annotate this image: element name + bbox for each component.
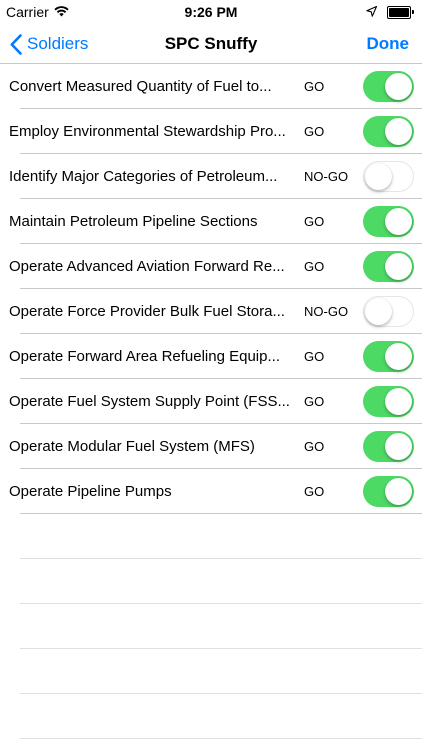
task-label: Maintain Petroleum Pipeline Sections (9, 213, 258, 230)
task-label: Operate Force Provider Bulk Fuel Stora..… (9, 303, 285, 320)
status-time: 9:26 PM (184, 4, 238, 20)
task-row: Convert Measured Quantity of Fuel to... G… (0, 64, 422, 109)
task-row: Operate Modular Fuel System (MFS) GO (0, 424, 422, 469)
task-status: GO (304, 484, 325, 499)
task-label: Operate Forward Area Refueling Equip... (9, 348, 280, 365)
switch-knob (385, 73, 412, 100)
empty-row (0, 604, 422, 649)
task-toggle-switch[interactable] (363, 431, 414, 462)
status-bar: Carrier 9:26 PM (0, 0, 422, 24)
task-row: Maintain Petroleum Pipeline Sections GO (0, 199, 422, 244)
task-toggle-switch[interactable] (363, 341, 414, 372)
task-row: Operate Forward Area Refueling Equip... G… (0, 334, 422, 379)
task-status: GO (304, 79, 325, 94)
battery-icon (387, 5, 414, 19)
status-right (366, 4, 414, 20)
switch-knob (385, 253, 412, 280)
battery-body (387, 5, 411, 19)
switch-knob (385, 208, 412, 235)
task-row: Operate Force Provider Bulk Fuel Stora..… (0, 289, 422, 334)
task-status: NO-GO (304, 169, 349, 184)
task-label: Operate Modular Fuel System (MFS) (9, 438, 255, 455)
chevron-left-icon (10, 33, 22, 55)
empty-row (0, 694, 422, 739)
switch-knob (385, 118, 412, 145)
task-toggle-switch[interactable] (363, 71, 414, 102)
empty-row (0, 559, 422, 604)
task-list: Convert Measured Quantity of Fuel to... G… (0, 64, 422, 739)
task-toggle-switch[interactable] (363, 251, 414, 282)
task-label: Convert Measured Quantity of Fuel to... (9, 78, 272, 95)
task-row: Operate Fuel System Supply Point (FSS...… (0, 379, 422, 424)
task-status: GO (304, 394, 325, 409)
switch-knob (365, 162, 392, 190)
task-label: Employ Environmental Stewardship Pro... (9, 123, 286, 140)
task-toggle-switch[interactable] (363, 161, 414, 192)
switch-knob (385, 433, 412, 460)
task-status: GO (304, 259, 325, 274)
task-label: Operate Pipeline Pumps (9, 483, 172, 500)
task-row: Identify Major Categories of Petroleum..… (0, 154, 422, 199)
task-label: Operate Advanced Aviation Forward Re... (9, 258, 285, 275)
task-label: Identify Major Categories of Petroleum..… (9, 168, 278, 185)
task-status: GO (304, 349, 325, 364)
task-toggle-switch[interactable] (363, 386, 414, 417)
back-button[interactable]: Soldiers (10, 24, 88, 64)
task-toggle-switch[interactable] (363, 296, 414, 327)
task-status: GO (304, 439, 325, 454)
task-toggle-switch[interactable] (363, 206, 414, 237)
navigation-bar: Soldiers SPC Snuffy Done (0, 24, 422, 64)
switch-knob (385, 343, 412, 370)
done-button[interactable]: Done (367, 24, 410, 64)
battery-tip (412, 10, 414, 14)
task-status: GO (304, 214, 325, 229)
empty-row (0, 649, 422, 694)
task-row: Operate Advanced Aviation Forward Re... G… (0, 244, 422, 289)
back-button-label: Soldiers (27, 34, 89, 53)
task-toggle-switch[interactable] (363, 116, 414, 147)
task-label: Operate Fuel System Supply Point (FSS... (9, 393, 290, 410)
task-toggle-switch[interactable] (363, 476, 414, 507)
switch-knob (365, 297, 392, 325)
task-status: GO (304, 124, 325, 139)
location-arrow-icon (366, 4, 378, 20)
task-row: Employ Environmental Stewardship Pro... G… (0, 109, 422, 154)
switch-knob (385, 388, 412, 415)
page-title: SPC Snuffy (164, 34, 258, 53)
task-row: Operate Pipeline Pumps GO (0, 469, 422, 514)
switch-knob (385, 478, 412, 505)
task-status: NO-GO (304, 304, 349, 319)
empty-row (0, 514, 422, 559)
battery-fill (389, 7, 409, 17)
